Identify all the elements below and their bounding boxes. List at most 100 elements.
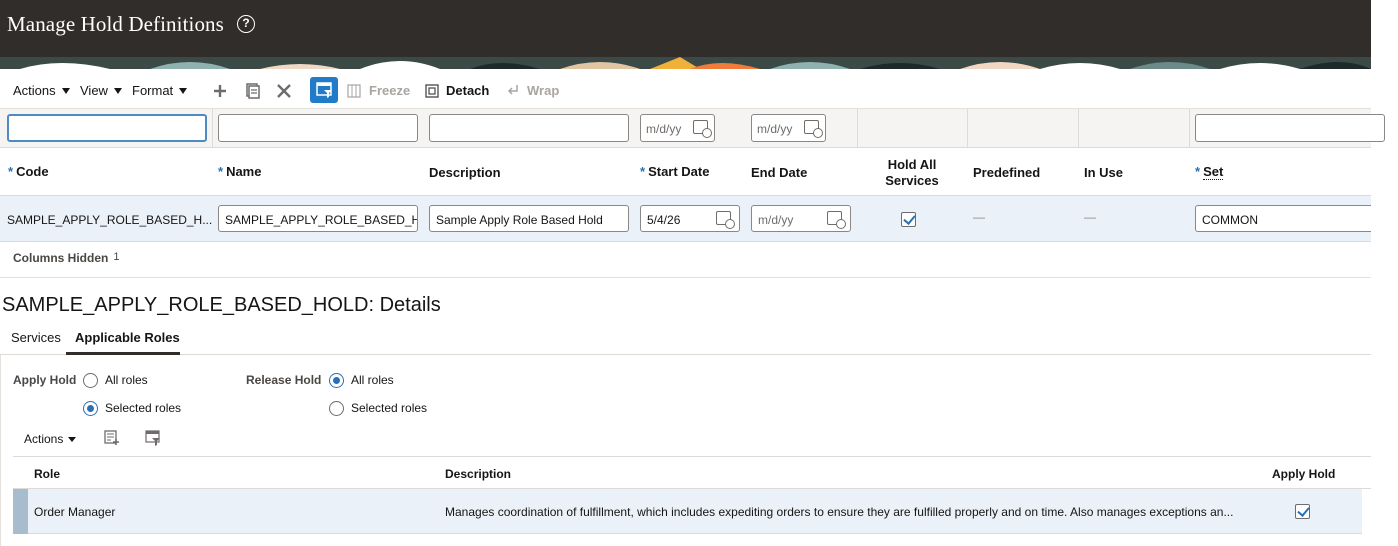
end-date-filter-input[interactable]: m/d/yy [751, 114, 826, 142]
close-icon[interactable] [274, 81, 294, 101]
column-header-in-use[interactable]: In Use [1084, 165, 1123, 180]
roles-column-header-role[interactable]: Role [34, 467, 60, 481]
tab-applicable-roles[interactable]: Applicable Roles [75, 330, 180, 345]
column-header-hold-all-services[interactable]: Hold All Services [873, 157, 951, 189]
row-end-date-input[interactable]: m/d/yy [751, 205, 851, 232]
wrap-button[interactable]: Wrap [527, 83, 559, 98]
hold-all-services-checkbox[interactable] [901, 212, 916, 227]
tab-services[interactable]: Services [11, 330, 61, 345]
help-icon[interactable]: ? [237, 15, 255, 33]
row-start-date-value: 5/4/26 [647, 213, 681, 227]
wrap-icon [506, 81, 520, 101]
column-header-description[interactable]: Description [429, 165, 501, 180]
column-header-start-date[interactable]: * Start Date [640, 164, 709, 179]
column-header-hold-all-services-line2: Services [885, 173, 939, 188]
column-divider [1189, 109, 1190, 148]
apply-hold-selected-roles-radio[interactable] [83, 401, 98, 416]
row-in-use-value: — [1084, 210, 1096, 224]
apply-hold-checkbox[interactable] [1295, 504, 1310, 519]
chevron-down-icon [61, 88, 70, 94]
column-header-set-label: Set [1203, 164, 1224, 180]
calendar-icon[interactable] [804, 120, 823, 138]
name-filter-input[interactable] [218, 114, 418, 142]
row-end-date-placeholder: m/d/yy [758, 213, 794, 227]
code-filter-input[interactable] [7, 114, 207, 142]
filter-row-icon[interactable] [145, 430, 161, 446]
view-menu-label: View [80, 83, 108, 98]
apply-hold-label: Apply Hold [13, 373, 77, 387]
release-hold-selected-roles-radio[interactable] [329, 401, 344, 416]
freeze-icon [347, 81, 361, 101]
table-toolbar: Actions View Format Freeze Detach Wrap [0, 69, 1371, 109]
column-header-name[interactable]: * Name [218, 164, 261, 179]
column-header-start-date-label: Start Date [648, 164, 710, 179]
freeze-button[interactable]: Freeze [369, 83, 410, 98]
required-marker: * [640, 164, 646, 179]
roles-actions-menu[interactable]: Actions [24, 432, 77, 446]
role-name: Order Manager [34, 505, 116, 519]
roles-actions-menu-label: Actions [24, 432, 64, 446]
release-hold-label: Release Hold [246, 373, 322, 387]
release-hold-selected-roles-label: Selected roles [351, 401, 428, 415]
format-menu[interactable]: Format [132, 83, 188, 98]
detach-icon [425, 81, 439, 101]
chevron-down-icon [113, 88, 122, 94]
chevron-down-icon [68, 437, 77, 442]
add-row-icon[interactable] [104, 430, 120, 446]
actions-menu[interactable]: Actions [13, 83, 70, 98]
columns-hidden-label: Columns Hidden [13, 251, 109, 265]
calendar-icon[interactable] [716, 211, 735, 229]
actions-menu-label: Actions [13, 83, 56, 98]
column-header-predefined[interactable]: Predefined [973, 165, 1040, 180]
column-divider [212, 109, 213, 148]
column-header-code[interactable]: * Code [8, 164, 49, 179]
start-date-filter-placeholder: m/d/yy [646, 122, 682, 136]
details-title: SAMPLE_APPLY_ROLE_BASED_HOLD: Details [2, 294, 441, 316]
row-predefined-value: — [973, 210, 985, 224]
row-code: SAMPLE_APPLY_ROLE_BASED_H... [7, 213, 213, 227]
page-title: Manage Hold Definitions [7, 12, 224, 36]
table-row[interactable]: SAMPLE_APPLY_ROLE_BASED_H... SAMPLE_APPL… [0, 196, 1371, 242]
set-filter-input[interactable] [1195, 114, 1385, 142]
table-row[interactable]: Order Manager Manages coordination of fu… [13, 489, 1362, 534]
row-start-date-input[interactable]: 5/4/26 [640, 205, 740, 232]
description-filter-input[interactable] [429, 114, 629, 142]
column-divider [857, 109, 858, 148]
role-description: Manages coordination of fulfillment, whi… [445, 505, 1234, 519]
end-date-filter-placeholder: m/d/yy [757, 122, 793, 136]
column-header-set[interactable]: * Set [1195, 164, 1224, 180]
apply-hold-selected-roles-label: Selected roles [105, 401, 182, 415]
plus-icon[interactable] [210, 81, 230, 101]
filter-row-icon [316, 82, 332, 98]
column-header-end-date[interactable]: End Date [751, 165, 807, 180]
start-date-filter-input[interactable]: m/d/yy [640, 114, 715, 142]
column-header-hold-all-services-line1: Hold All [887, 157, 937, 172]
view-menu[interactable]: View [80, 83, 122, 98]
columns-hidden-count: 1 [113, 251, 120, 263]
decorative-banner [0, 57, 1371, 69]
calendar-icon[interactable] [693, 120, 712, 138]
column-header-code-label: Code [16, 164, 49, 179]
details-tabs: Services Applicable Roles [0, 322, 1371, 355]
divider [0, 277, 1371, 278]
roles-column-header-apply-hold[interactable]: Apply Hold [1272, 467, 1335, 481]
required-marker: * [1195, 164, 1201, 179]
table-header: * Code * Name Description * Start Date End … [0, 148, 1371, 196]
apply-hold-all-roles-label: All roles [105, 373, 148, 387]
chevron-down-icon [179, 88, 188, 94]
row-description-input[interactable]: Sample Apply Role Based Hold [429, 205, 629, 232]
required-marker: * [8, 164, 14, 179]
detach-button[interactable]: Detach [446, 83, 489, 98]
apply-hold-all-roles-radio[interactable] [83, 373, 98, 388]
roles-column-header-description[interactable]: Description [445, 467, 511, 481]
column-divider [967, 109, 968, 148]
calendar-icon[interactable] [827, 211, 846, 229]
duplicate-icon[interactable] [243, 81, 263, 101]
query-by-example-row: m/d/yy m/d/yy [0, 109, 1385, 148]
row-set-input[interactable]: COMMON [1195, 205, 1371, 232]
query-by-example-button[interactable] [310, 77, 338, 103]
column-divider [1078, 109, 1079, 148]
release-hold-all-roles-radio[interactable] [329, 373, 344, 388]
row-name-input[interactable]: SAMPLE_APPLY_ROLE_BASED_H [218, 205, 418, 232]
page-header: Manage Hold Definitions ? [0, 0, 1371, 57]
